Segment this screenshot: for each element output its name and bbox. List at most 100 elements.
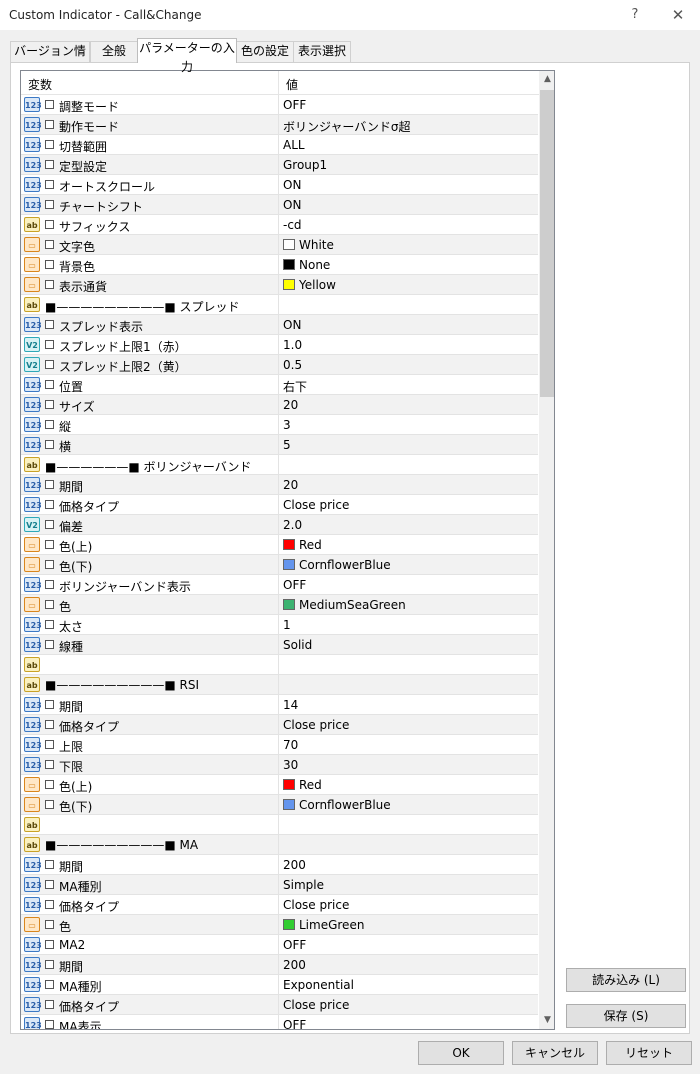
help-button[interactable]: ? xyxy=(620,3,650,27)
row-checkbox[interactable] xyxy=(45,560,54,569)
scroll-down-arrow-icon[interactable]: ▼ xyxy=(539,1012,554,1029)
color-swatch[interactable] xyxy=(283,919,295,930)
parameter-value[interactable]: Close price xyxy=(283,998,349,1012)
column-header-value[interactable]: 値 xyxy=(286,76,298,93)
scroll-thumb[interactable] xyxy=(540,90,554,397)
parameter-row[interactable]: ▭ 色(下) CornflowerBlue xyxy=(21,795,538,815)
row-checkbox[interactable] xyxy=(45,900,54,909)
parameter-value[interactable]: 2.0 xyxy=(283,518,302,532)
row-checkbox[interactable] xyxy=(45,1000,54,1009)
row-checkbox[interactable] xyxy=(45,1020,54,1029)
color-swatch[interactable] xyxy=(283,599,295,610)
parameter-row[interactable]: 123 オートスクロール ON xyxy=(21,175,538,195)
parameter-value[interactable]: ON xyxy=(283,178,301,192)
parameter-value[interactable]: Close price xyxy=(283,898,349,912)
row-checkbox[interactable] xyxy=(45,280,54,289)
row-checkbox[interactable] xyxy=(45,640,54,649)
row-checkbox[interactable] xyxy=(45,780,54,789)
row-checkbox[interactable] xyxy=(45,440,54,449)
row-checkbox[interactable] xyxy=(45,500,54,509)
vertical-scrollbar[interactable]: ▲ ▼ xyxy=(539,71,554,1029)
parameter-row[interactable]: 123 価格タイプ Close price xyxy=(21,495,538,515)
row-checkbox[interactable] xyxy=(45,340,54,349)
row-checkbox[interactable] xyxy=(45,860,54,869)
parameter-row[interactable]: ▭ 背景色 None xyxy=(21,255,538,275)
parameter-row[interactable]: ▭ 表示通貨 Yellow xyxy=(21,275,538,295)
color-swatch[interactable] xyxy=(283,779,295,790)
parameter-row[interactable]: 123 チャートシフト ON xyxy=(21,195,538,215)
parameter-value[interactable]: 14 xyxy=(283,698,298,712)
parameter-value[interactable]: 0.5 xyxy=(283,358,302,372)
parameter-row[interactable]: 123 位置 右下 xyxy=(21,375,538,395)
row-checkbox[interactable] xyxy=(45,520,54,529)
row-checkbox[interactable] xyxy=(45,140,54,149)
parameter-value[interactable]: 70 xyxy=(283,738,298,752)
parameter-row[interactable]: 123 MA種別 Simple xyxy=(21,875,538,895)
parameter-row[interactable]: ▭ 色 LimeGreen xyxy=(21,915,538,935)
row-checkbox[interactable] xyxy=(45,960,54,969)
parameter-row[interactable]: 123 横 5 xyxy=(21,435,538,455)
parameter-row[interactable]: 123 縦 3 xyxy=(21,415,538,435)
parameter-row[interactable]: 123 ボリンジャーバンド表示 OFF xyxy=(21,575,538,595)
parameter-value[interactable]: Red xyxy=(299,778,322,792)
parameter-row[interactable]: ab ■—————————■ MA xyxy=(21,835,538,855)
parameter-value[interactable]: 右下 xyxy=(283,378,307,395)
parameter-value[interactable]: ON xyxy=(283,198,301,212)
row-checkbox[interactable] xyxy=(45,940,54,949)
parameter-value[interactable]: White xyxy=(299,238,334,252)
tab-version-info[interactable]: バージョン情報 xyxy=(10,41,90,77)
parameter-value[interactable]: 5 xyxy=(283,438,291,452)
column-header-variable[interactable]: 変数 xyxy=(28,76,52,93)
row-checkbox[interactable] xyxy=(45,420,54,429)
close-button[interactable]: ✕ xyxy=(660,3,696,27)
row-checkbox[interactable] xyxy=(45,620,54,629)
color-swatch[interactable] xyxy=(283,799,295,810)
parameter-value[interactable]: -cd xyxy=(283,218,302,232)
parameter-value[interactable]: Solid xyxy=(283,638,312,652)
parameter-value[interactable]: Close price xyxy=(283,498,349,512)
parameter-value[interactable]: Exponential xyxy=(283,978,354,992)
parameter-row[interactable]: ab ■——————■ ボリンジャーバンド xyxy=(21,455,538,475)
cancel-button[interactable]: キャンセル xyxy=(512,1041,598,1065)
parameter-row[interactable]: 123 サイズ 20 xyxy=(21,395,538,415)
row-checkbox[interactable] xyxy=(45,700,54,709)
row-checkbox[interactable] xyxy=(45,100,54,109)
scroll-up-arrow-icon[interactable]: ▲ xyxy=(539,71,554,88)
parameter-value[interactable]: 200 xyxy=(283,858,306,872)
parameter-row[interactable]: V2 スプレッド上限1（赤） 1.0 xyxy=(21,335,538,355)
parameter-row[interactable]: ab サフィックス -cd xyxy=(21,215,538,235)
color-swatch[interactable] xyxy=(283,539,295,550)
parameter-row[interactable]: 123 線種 Solid xyxy=(21,635,538,655)
tab-input-parameters[interactable]: パラメーターの入力 xyxy=(137,38,237,74)
ok-button[interactable]: OK xyxy=(418,1041,504,1065)
parameter-value[interactable]: OFF xyxy=(283,1018,306,1029)
parameter-value[interactable]: CornflowerBlue xyxy=(299,558,391,572)
row-checkbox[interactable] xyxy=(45,400,54,409)
color-swatch[interactable] xyxy=(283,259,295,270)
tab-general[interactable]: 全般 xyxy=(90,41,138,62)
row-checkbox[interactable] xyxy=(45,720,54,729)
row-checkbox[interactable] xyxy=(45,240,54,249)
parameter-row[interactable]: 123 切替範囲 ALL xyxy=(21,135,538,155)
parameter-value[interactable]: Close price xyxy=(283,718,349,732)
parameter-value[interactable]: 200 xyxy=(283,958,306,972)
parameter-row[interactable]: 123 価格タイプ Close price xyxy=(21,895,538,915)
parameter-row[interactable]: 123 期間 200 xyxy=(21,955,538,975)
parameter-value[interactable]: ON xyxy=(283,318,301,332)
parameter-row[interactable]: ab ■—————————■ RSI xyxy=(21,675,538,695)
parameter-value[interactable]: 30 xyxy=(283,758,298,772)
column-divider[interactable] xyxy=(278,71,279,95)
parameter-row[interactable]: 123 調整モード OFF xyxy=(21,95,538,115)
row-checkbox[interactable] xyxy=(45,320,54,329)
parameter-row[interactable]: 123 MA種別 Exponential xyxy=(21,975,538,995)
parameter-value[interactable]: 1 xyxy=(283,618,291,632)
parameter-row[interactable]: 123 太さ 1 xyxy=(21,615,538,635)
parameter-row[interactable]: ▭ 色(上) Red xyxy=(21,535,538,555)
parameter-value[interactable]: MediumSeaGreen xyxy=(299,598,406,612)
parameter-row[interactable]: V2 スプレッド上限2（黄） 0.5 xyxy=(21,355,538,375)
parameter-row[interactable]: 123 下限 30 xyxy=(21,755,538,775)
parameter-row[interactable]: ▭ 色(下) CornflowerBlue xyxy=(21,555,538,575)
parameter-row[interactable]: ▭ 色(上) Red xyxy=(21,775,538,795)
parameter-row[interactable]: ▭ 色 MediumSeaGreen xyxy=(21,595,538,615)
parameter-value[interactable]: OFF xyxy=(283,578,306,592)
